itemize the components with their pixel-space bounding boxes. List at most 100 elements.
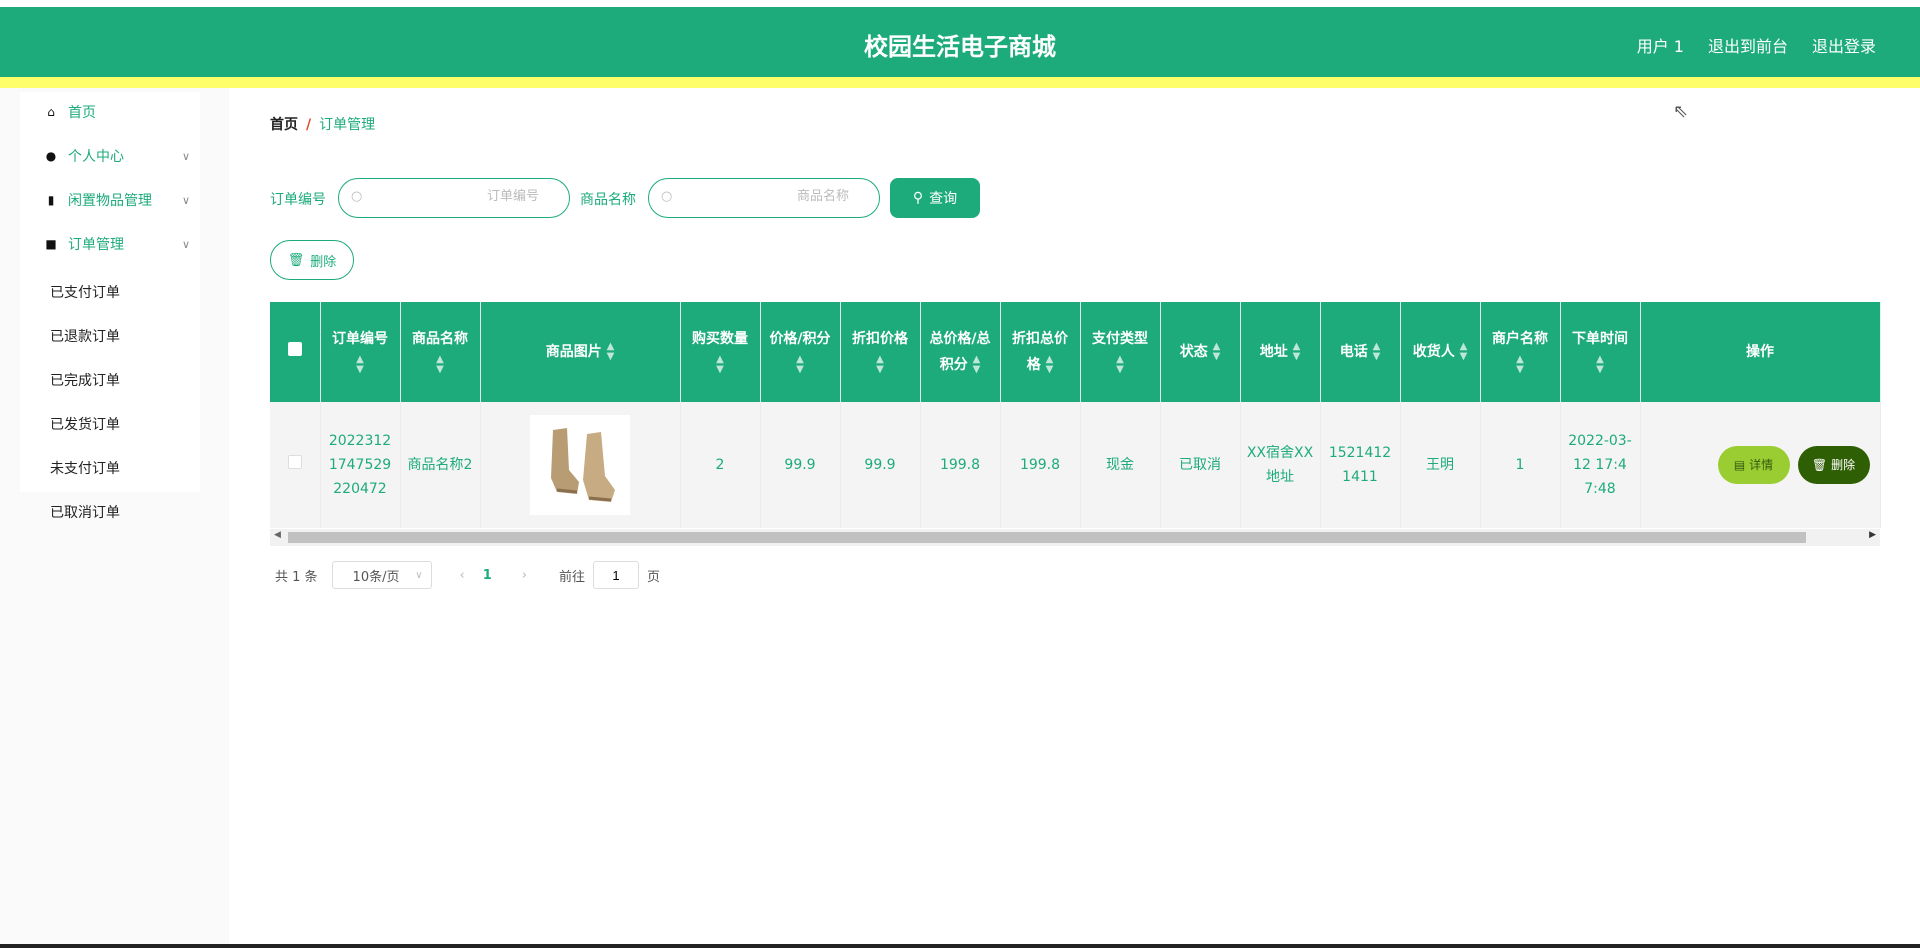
- sort-icon[interactable]: ▲ ▼: [796, 355, 804, 375]
- table-cell: XX宿舍XX地址: [1240, 402, 1321, 528]
- site-title: 校园生活电子商城: [864, 33, 1056, 61]
- column-header[interactable]: 订单编号 ▲ ▼: [320, 302, 401, 402]
- chevron-down-icon: ∨: [181, 149, 190, 163]
- table-cell: 2: [680, 402, 761, 528]
- product-name-input-wrap: ○: [648, 178, 880, 218]
- pagination: 共 1 条 10条/页∨ ‹ 1 › 前往 页: [275, 561, 660, 589]
- select-all-checkbox[interactable]: [287, 342, 302, 356]
- sort-icon[interactable]: ▲ ▼: [1516, 355, 1524, 375]
- column-header[interactable]: 商品名称 ▲ ▼: [400, 302, 481, 402]
- scroll-right-icon[interactable]: ▶: [1869, 530, 1876, 540]
- sort-icon[interactable]: ▲ ▼: [436, 355, 444, 375]
- page-size-select[interactable]: 10条/页 ∨: [331, 561, 432, 589]
- header: 校园生活电子商城 用户 1 退出到前台 退出登录: [0, 7, 1920, 77]
- search-icon: ○: [351, 189, 363, 204]
- table-cell: 99.9: [760, 402, 841, 528]
- breadcrumb-home[interactable]: 首页: [270, 117, 298, 133]
- sidebar-sub-paid[interactable]: 已支付订单: [50, 282, 120, 302]
- orders-table: 订单编号 ▲ ▼ 商品名称 ▲ ▼ 商品图片 ▲ ▼ 购买数量 ▲ ▼ 价格/积分 ▲ ▼ 折扣价格…: [270, 302, 1881, 528]
- logout-link[interactable]: 退出登录: [1812, 33, 1876, 57]
- sort-icon[interactable]: ▲ ▼: [1046, 355, 1054, 375]
- select-all-cell: [270, 302, 321, 402]
- query-button[interactable]: ⚲ 查询: [890, 178, 980, 218]
- sidebar-sub-shipped[interactable]: 已发货订单: [50, 414, 120, 434]
- cart-icon: ■: [45, 237, 57, 251]
- table-cell: 199.8: [920, 402, 1001, 528]
- delete-button[interactable]: 🗑 删除: [1797, 446, 1870, 484]
- next-page-icon[interactable]: ›: [522, 568, 527, 583]
- table-cell: 20223121747529220472: [320, 402, 401, 528]
- sidebar-sub-unpaid[interactable]: 未支付订单: [50, 458, 120, 478]
- page-number[interactable]: 1: [483, 568, 492, 583]
- sidebar-sub-cancelled[interactable]: 已取消订单: [50, 502, 120, 522]
- product-name-label: 商品名称: [580, 192, 636, 208]
- sidebar-sub-completed[interactable]: 已完成订单: [50, 370, 120, 390]
- column-header[interactable]: 折扣总价格 ▲ ▼: [1000, 302, 1081, 402]
- column-header[interactable]: 地址 ▲ ▼: [1240, 302, 1321, 402]
- column-header[interactable]: 商户名称 ▲ ▼: [1480, 302, 1561, 402]
- scroll-left-icon[interactable]: ◀: [274, 530, 281, 540]
- home-icon: ⌂: [47, 105, 55, 119]
- goto-label: 前往: [559, 569, 586, 585]
- table-cell: 商品名称2: [400, 402, 481, 528]
- sort-icon[interactable]: ▲ ▼: [1596, 355, 1604, 375]
- column-header[interactable]: 商品图片 ▲ ▼: [480, 302, 681, 402]
- table-cell: 15214121411: [1320, 402, 1401, 528]
- chevron-down-icon: ∨: [181, 237, 190, 251]
- row-checkbox[interactable]: [287, 455, 302, 469]
- sort-icon[interactable]: ▲ ▼: [1373, 342, 1381, 362]
- total-count: 共 1 条: [275, 569, 318, 585]
- column-header[interactable]: 折扣价格 ▲ ▼: [840, 302, 921, 402]
- mouse-cursor-icon: ⇖: [1673, 101, 1689, 122]
- column-header[interactable]: 价格/积分 ▲ ▼: [760, 302, 841, 402]
- column-header[interactable]: 购买数量 ▲ ▼: [680, 302, 761, 402]
- batch-delete-button[interactable]: 🗑 删除: [270, 240, 354, 280]
- order-number-label: 订单编号: [270, 192, 326, 208]
- order-number-input[interactable]: [389, 188, 539, 203]
- column-header[interactable]: 状态 ▲ ▼: [1160, 302, 1241, 402]
- sidebar-item-home[interactable]: ⌂ 首页: [20, 92, 200, 132]
- actions-cell: ▤ 详情 🗑 删除: [1640, 402, 1881, 528]
- table-cell: 199.8: [1000, 402, 1081, 528]
- scrollbar-thumb[interactable]: [288, 532, 1806, 543]
- top-strip: [0, 0, 1920, 7]
- sidebar-item-personal[interactable]: ● 个人中心 ∨: [20, 136, 200, 176]
- page-suffix: 页: [647, 569, 661, 585]
- search-icon: ⚲: [912, 190, 924, 206]
- table-cell: 王明: [1400, 402, 1481, 528]
- horizontal-scrollbar[interactable]: ◀ ▶: [270, 529, 1880, 546]
- column-header[interactable]: 支付类型 ▲ ▼: [1080, 302, 1161, 402]
- column-header[interactable]: 电话 ▲ ▼: [1320, 302, 1401, 402]
- sort-icon[interactable]: ▲ ▼: [876, 355, 884, 375]
- table-cell: 2022-03-12 17:47:48: [1560, 402, 1641, 528]
- search-icon: ○: [661, 189, 673, 204]
- product-name-input[interactable]: [699, 188, 849, 203]
- detail-button[interactable]: ▤ 详情: [1717, 446, 1790, 484]
- sort-icon[interactable]: ▲ ▼: [1460, 342, 1468, 362]
- back-to-front-link[interactable]: 退出到前台: [1708, 33, 1788, 57]
- breadcrumb-current: 订单管理: [319, 117, 376, 133]
- sort-icon[interactable]: ▲ ▼: [716, 355, 724, 375]
- sort-icon[interactable]: ▲ ▼: [1293, 342, 1301, 362]
- sort-icon[interactable]: ▲ ▼: [1116, 355, 1124, 375]
- table-cell: [480, 402, 681, 528]
- sidebar-item-orders[interactable]: ■ 订单管理 ∨: [20, 224, 200, 264]
- ticket-icon: ▮: [47, 193, 55, 207]
- breadcrumb: 首页 / 订单管理: [270, 117, 376, 133]
- sidebar-sub-refunded[interactable]: 已退款订单: [50, 326, 120, 346]
- sort-icon[interactable]: ▲ ▼: [607, 342, 615, 362]
- column-header[interactable]: 收货人 ▲ ▼: [1400, 302, 1481, 402]
- goto-page-input[interactable]: [593, 561, 640, 589]
- column-header[interactable]: 总价格/总积分 ▲ ▼: [920, 302, 1001, 402]
- user-link[interactable]: 用户 1: [1637, 33, 1684, 57]
- sort-icon[interactable]: ▲ ▼: [973, 355, 981, 375]
- trash-icon: 🗑: [1811, 458, 1828, 472]
- table-row: 20223121747529220472 商品名称2 2 99.9 99.9 199.8 1…: [270, 402, 1881, 528]
- sort-icon[interactable]: ▲ ▼: [1213, 342, 1221, 362]
- column-header[interactable]: 下单时间 ▲ ▼: [1560, 302, 1641, 402]
- sidebar-item-idle-goods[interactable]: ▮ 闲置物品管理 ∨: [20, 180, 200, 220]
- sort-icon[interactable]: ▲ ▼: [356, 355, 364, 375]
- accent-bar: [0, 77, 1920, 88]
- taskbar: [0, 944, 1920, 948]
- prev-page-icon[interactable]: ‹: [460, 568, 465, 583]
